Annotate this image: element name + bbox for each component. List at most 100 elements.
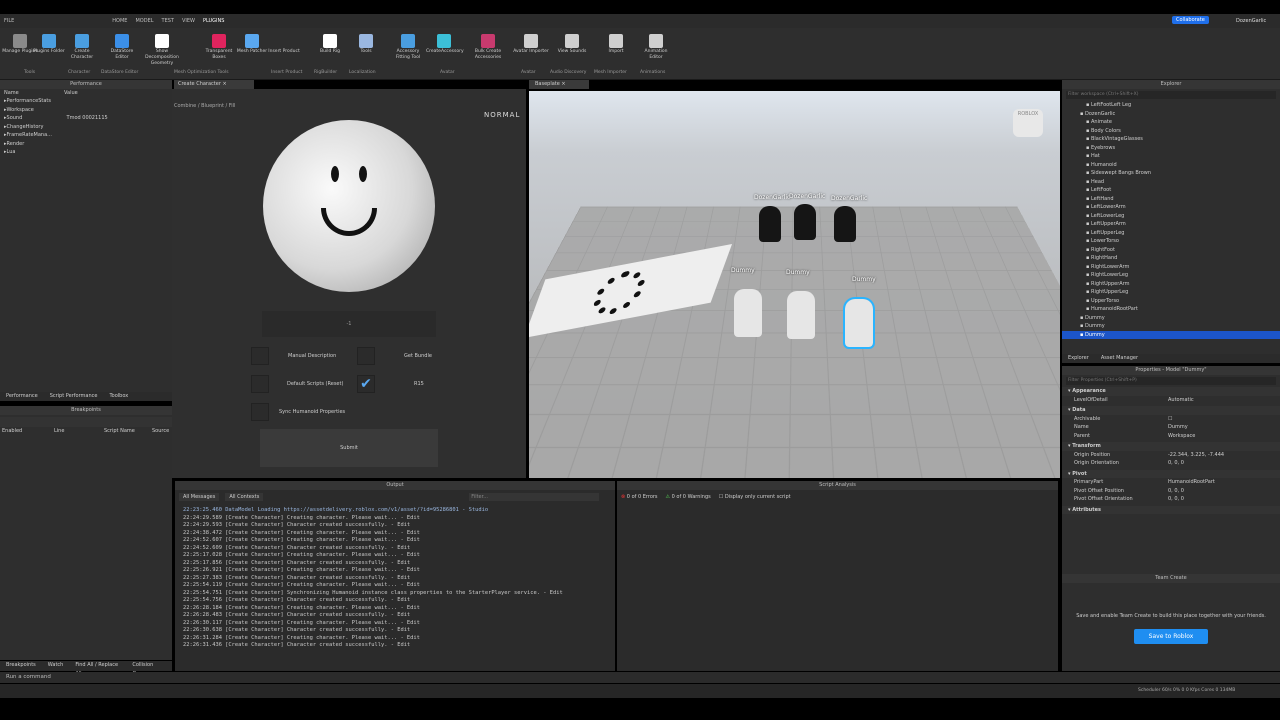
explorer-item[interactable]: ▪ Eyebrows — [1062, 144, 1280, 153]
ribbon-avatar-importer-button[interactable]: Avatar Importer — [513, 32, 549, 55]
explorer-item[interactable]: ▪ Hat — [1062, 152, 1280, 161]
ribbon-build-rig-button[interactable]: Build Rig — [312, 32, 348, 55]
perf-row[interactable]: ▸ Workspace — [0, 106, 172, 115]
character-2[interactable] — [794, 204, 816, 240]
ribbon-import-button[interactable]: Import — [598, 32, 634, 55]
ribbon-animation-editor-button[interactable]: Animation Editor — [638, 32, 674, 61]
explorer-item[interactable]: ▪ HumanoidRootPart — [1062, 305, 1280, 314]
explorer-item[interactable]: ▪ LeftFootLeft Leg — [1062, 101, 1280, 110]
property-value[interactable]: 0, 0, 0 — [1168, 495, 1184, 504]
explorer-item[interactable]: ▪ Animate — [1062, 118, 1280, 127]
perf-tab-0[interactable]: Performance — [0, 392, 44, 401]
explorer-item[interactable]: ▪ LowerTorso — [1062, 237, 1280, 246]
explorer-item[interactable]: ▪ RightFoot — [1062, 246, 1280, 255]
ribbon-transparent-boxes-button[interactable]: Transparent Boxes — [201, 32, 237, 61]
explorer-item[interactable]: ▪ LeftLowerLeg — [1062, 212, 1280, 221]
ribbon-accessory-fitting-tool-button[interactable]: Accessory Fitting Tool — [390, 32, 426, 61]
dummy-2[interactable] — [787, 291, 815, 339]
property-value[interactable]: 0, 0, 0 — [1168, 487, 1184, 496]
save-to-roblox-button[interactable]: Save to Roblox — [1134, 629, 1208, 644]
ribbon-view-sounds-button[interactable]: View Sounds — [554, 32, 590, 55]
bp-tab-3[interactable]: Collision Group — [126, 661, 172, 677]
ribbon-insert-product-button[interactable]: Insert Product — [266, 32, 302, 55]
property-value[interactable]: Dummy — [1168, 423, 1188, 432]
explorer-item[interactable]: ▪ Dummy — [1062, 322, 1280, 331]
explorer-tab-1[interactable]: Asset Manager — [1095, 354, 1144, 363]
bp-tab-1[interactable]: Watch — [42, 661, 70, 670]
collaborate-button[interactable]: Collaborate — [1172, 16, 1209, 24]
property-row[interactable]: Origin Position -22.344, 3.225, -7.444 — [1062, 451, 1280, 460]
property-value[interactable]: 0, 0, 0 — [1168, 459, 1184, 468]
ribbon-create-character-button[interactable]: Create Character — [64, 32, 100, 61]
perf-row[interactable]: ▸ Render — [0, 140, 172, 149]
sync-humanoid-checkbox[interactable] — [251, 403, 269, 421]
get-bundle-checkbox[interactable] — [357, 347, 375, 365]
bp-tab-2[interactable]: Find All / Replace All — [69, 661, 126, 677]
perf-tab-2[interactable]: Toolbox — [103, 392, 134, 401]
warnings-filter[interactable]: ⚠ 0 of 0 Warnings — [666, 494, 711, 500]
tab-baseplate[interactable]: Baseplate × — [529, 80, 589, 89]
explorer-item[interactable]: ▪ BlackVintageGlasses — [1062, 135, 1280, 144]
explorer-item[interactable]: ▪ RightLowerLeg — [1062, 271, 1280, 280]
ribbon-bulk-create-accessories-button[interactable]: Bulk Create Accessories — [470, 32, 506, 61]
message-filter[interactable]: All Messages — [179, 493, 220, 501]
explorer-item[interactable]: ▪ DozenGarlic — [1062, 110, 1280, 119]
perf-row[interactable]: ▸ ChangeHistory — [0, 123, 172, 132]
menu-test[interactable]: TEST — [162, 18, 174, 24]
property-value[interactable]: Automatic — [1168, 396, 1194, 405]
explorer-item[interactable]: ▪ Humanoid — [1062, 161, 1280, 170]
menu-view[interactable]: VIEW — [182, 18, 195, 24]
ribbon-mesh-patcher-button[interactable]: Mesh Patcher — [234, 32, 270, 55]
property-value[interactable]: ☐ — [1168, 415, 1172, 424]
perf-row[interactable]: ▸ Lua — [0, 148, 172, 157]
errors-filter[interactable]: ⊗ 0 of 0 Errors — [621, 494, 658, 500]
tab-create-character[interactable]: Create Character × — [174, 80, 254, 89]
ribbon-datastore-editor-button[interactable]: DataStore Editor — [104, 32, 140, 61]
explorer-item[interactable]: ▪ LeftFoot — [1062, 186, 1280, 195]
command-bar[interactable]: Run a command — [0, 672, 1280, 683]
property-section[interactable]: ▾ Attributes — [1062, 505, 1280, 514]
menu-home[interactable]: HOME — [112, 18, 127, 24]
ribbon-show-decomposition-geometry-button[interactable]: Show Decomposition Geometry — [144, 32, 180, 67]
explorer-item[interactable]: ▪ LeftHand — [1062, 195, 1280, 204]
explorer-tab-0[interactable]: Explorer — [1062, 354, 1095, 363]
view-cube[interactable]: ROBLOX — [1013, 109, 1043, 137]
explorer-item[interactable]: ▪ RightUpperArm — [1062, 280, 1280, 289]
user-name[interactable]: DozenGarlic — [1236, 18, 1266, 24]
explorer-item[interactable]: ▪ UpperTorso — [1062, 297, 1280, 306]
property-section[interactable]: ▾ Transform — [1062, 442, 1280, 451]
manual-description-checkbox[interactable] — [251, 347, 269, 365]
character-1[interactable] — [759, 206, 781, 242]
property-value[interactable]: Workspace — [1168, 432, 1195, 441]
explorer-item[interactable]: ▪ RightUpperLeg — [1062, 288, 1280, 297]
property-row[interactable]: LevelOfDetail Automatic — [1062, 396, 1280, 405]
property-value[interactable]: -22.344, 3.225, -7.444 — [1168, 451, 1224, 460]
default-scripts-checkbox[interactable] — [251, 375, 269, 393]
explorer-item[interactable]: ▪ Dummy — [1062, 314, 1280, 323]
explorer-item[interactable]: ▪ Sideswept Bangs Brown — [1062, 169, 1280, 178]
output-filter-input[interactable]: Filter... — [469, 493, 600, 501]
ribbon-plugins-folder-button[interactable]: Plugins Folder — [31, 32, 67, 55]
property-value[interactable]: HumanoidRootPart — [1168, 478, 1215, 487]
property-section[interactable]: ▾ Appearance — [1062, 387, 1280, 396]
property-row[interactable]: Archivable ☐ — [1062, 415, 1280, 424]
character-3[interactable] — [834, 206, 856, 242]
dummy-3-selected[interactable] — [843, 297, 875, 349]
perf-row[interactable]: ▸ Sound Tmod 00021115 — [0, 114, 172, 123]
3d-viewport[interactable]: ROBLOX DozenGarlic DozenGarlic DozenGarl… — [529, 91, 1060, 478]
property-row[interactable]: Pivot Offset Position 0, 0, 0 — [1062, 487, 1280, 496]
perf-row[interactable]: ▸ PerformanceStats — [0, 97, 172, 106]
property-row[interactable]: Origin Orientation 0, 0, 0 — [1062, 459, 1280, 468]
bp-tab-0[interactable]: Breakpoints — [0, 661, 42, 670]
r15-checkbox[interactable]: ✔ — [357, 375, 375, 393]
explorer-item[interactable]: ▪ LeftUpperArm — [1062, 220, 1280, 229]
submit-button[interactable]: Submit — [260, 429, 438, 467]
ribbon-createaccessory-button[interactable]: CreateAccessory — [426, 32, 464, 55]
property-row[interactable]: Name Dummy — [1062, 423, 1280, 432]
property-row[interactable]: Parent Workspace — [1062, 432, 1280, 441]
explorer-item[interactable]: ▪ RightHand — [1062, 254, 1280, 263]
explorer-filter[interactable]: Filter workspace (Ctrl+Shift+X) — [1066, 91, 1276, 99]
properties-filter[interactable]: Filter Properties (Ctrl+Shift+P) — [1066, 377, 1276, 385]
menu-model[interactable]: MODEL — [135, 18, 153, 24]
cc-input[interactable]: -1 — [262, 311, 436, 337]
